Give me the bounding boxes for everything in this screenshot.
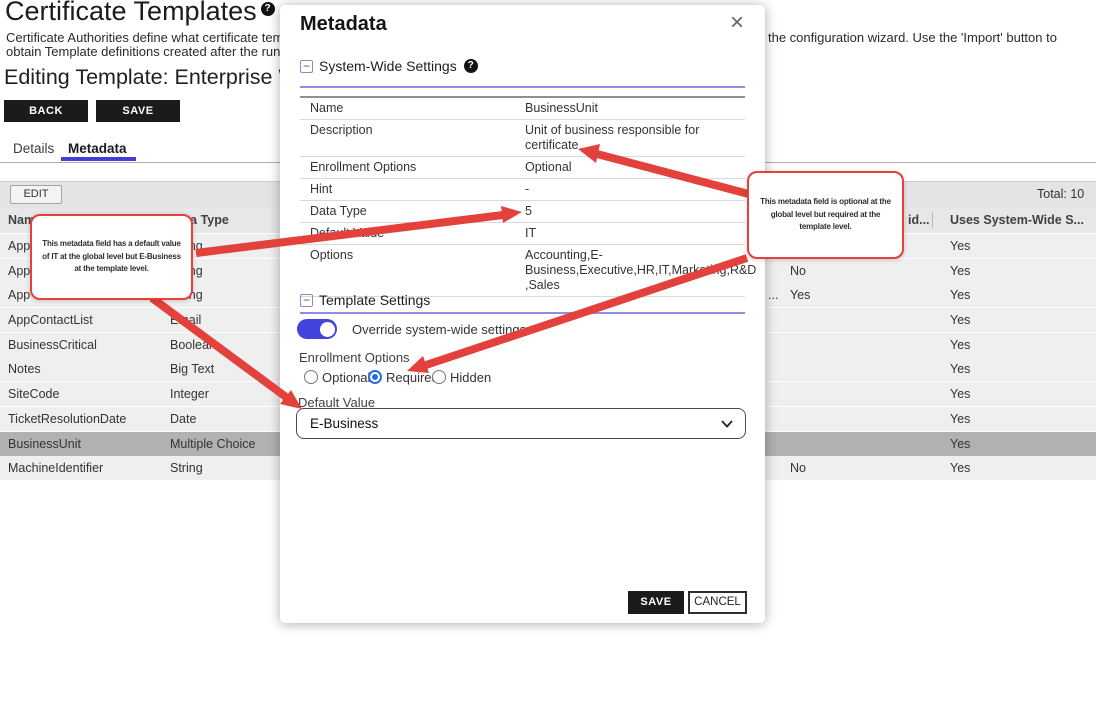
help-icon[interactable]: ? (261, 2, 275, 16)
column-header-uses-system-wide[interactable]: Uses System-Wide S... (950, 213, 1084, 227)
selected-value: E-Business (310, 409, 378, 438)
radio-hidden[interactable] (432, 370, 446, 384)
system-field-row: Enrollment OptionsOptional (300, 157, 745, 179)
table-cell: Date (170, 407, 196, 431)
default-value-select[interactable]: E-Business (296, 408, 746, 439)
total-count: Total: 10 (1037, 187, 1084, 201)
radio-label: Hidden (450, 370, 491, 385)
table-cell: No (790, 259, 806, 283)
field-label: Default Value (310, 226, 525, 241)
table-cell: BusinessCritical (8, 333, 97, 357)
radio-label: Required (386, 370, 439, 385)
table-cell: Yes (950, 432, 970, 456)
page-description-line1-right: the configuration wizard. Use the 'Impor… (768, 30, 1057, 45)
override-toggle-label: Override system-wide settings (352, 322, 526, 337)
field-value: - (525, 182, 737, 197)
help-icon[interactable]: ? (464, 59, 478, 73)
system-wide-settings-section[interactable]: − System-Wide Settings ? (300, 58, 478, 74)
table-cell: AppContactList (8, 308, 93, 332)
field-value: BusinessUnit (525, 101, 737, 116)
page-description-line1: Certificate Authorities define what cert… (6, 30, 294, 45)
table-cell: TicketResolutionDate (8, 407, 126, 431)
radio-required[interactable] (368, 370, 382, 384)
field-value: Accounting,E- Business,Executive,HR,IT,M… (525, 248, 737, 293)
radio-label: Optional (322, 370, 370, 385)
field-label: Hint (310, 182, 525, 197)
system-wide-fields: NameBusinessUnitDescriptionUnit of busin… (300, 98, 745, 297)
toggle-knob (320, 322, 335, 337)
edit-button[interactable]: EDIT (10, 185, 62, 204)
system-field-row: OptionsAccounting,E- Business,Executive,… (300, 245, 745, 297)
modal-title: Metadata (300, 13, 387, 36)
system-field-row: Data Type5 (300, 201, 745, 223)
override-toggle[interactable] (297, 319, 337, 339)
modal-cancel-button[interactable]: CANCEL (688, 591, 747, 614)
enrollment-options-label: Enrollment Options (299, 350, 410, 365)
field-value: IT (525, 226, 737, 241)
table-cell: Email (170, 308, 201, 332)
metadata-modal: Metadata × − System-Wide Settings ? Name… (280, 5, 765, 623)
table-cell: No (790, 456, 806, 480)
chevron-down-icon (721, 420, 733, 428)
table-cell: App (8, 259, 30, 283)
radio-optional[interactable] (304, 370, 318, 384)
section-label: System-Wide Settings (319, 58, 457, 74)
system-field-row: Default ValueIT (300, 223, 745, 245)
table-cell: Notes (8, 357, 41, 381)
table-cell: Yes (950, 234, 970, 258)
save-button[interactable]: SAVE (96, 100, 180, 122)
field-label: Enrollment Options (310, 160, 525, 175)
field-value: Optional (525, 160, 737, 175)
field-label: Name (310, 101, 525, 116)
field-value: Unit of business responsible for certifi… (525, 123, 737, 153)
back-button[interactable]: BACK (4, 100, 88, 122)
close-icon[interactable]: × (730, 9, 744, 37)
table-cell: Big Text (170, 357, 214, 381)
collapse-icon[interactable]: − (300, 294, 313, 307)
section-label: Template Settings (319, 292, 430, 308)
field-label: Options (310, 248, 525, 293)
active-tab-underline (61, 157, 136, 161)
table-cell: App (8, 234, 30, 258)
tab-details[interactable]: Details (13, 141, 54, 156)
table-cell: Boolean (170, 333, 216, 357)
section-rule (300, 86, 745, 88)
field-value: 5 (525, 204, 737, 219)
table-cell: MachineIdentifier (8, 456, 103, 480)
collapse-icon[interactable]: − (300, 60, 313, 73)
column-separator (932, 212, 933, 228)
field-label: Data Type (310, 204, 525, 219)
callout-enrollment: This metadata field is optional at the g… (747, 171, 904, 259)
editing-template-title: Editing Template: Enterprise W (4, 65, 299, 90)
table-cell: Yes (950, 382, 970, 406)
page-title: Certificate Templates? (5, 0, 275, 27)
modal-save-button[interactable]: SAVE (628, 591, 684, 614)
table-cell: Yes (950, 357, 970, 381)
table-cell: SiteCode (8, 382, 59, 406)
table-cell: Integer (170, 382, 209, 406)
column-header-partial[interactable]: id... (908, 213, 930, 227)
template-settings-section[interactable]: − Template Settings (300, 292, 430, 308)
table-cell: Multiple Choice (170, 432, 255, 456)
table-cell: App (8, 283, 30, 307)
table-cell: Yes (950, 259, 970, 283)
callout-default-value: This metadata field has a default value … (30, 214, 193, 300)
table-cell: Yes (950, 283, 970, 307)
page-description-line2: obtain Template definitions created afte… (6, 44, 298, 59)
system-field-row: DescriptionUnit of business responsible … (300, 120, 745, 157)
table-cell: Yes (950, 407, 970, 431)
table-cell: Yes (950, 308, 970, 332)
tab-metadata[interactable]: Metadata (68, 141, 127, 156)
table-cell: Yes (950, 456, 970, 480)
system-field-row: NameBusinessUnit (300, 98, 745, 120)
table-cell: Yes (950, 333, 970, 357)
enrollment-radio-group: Optional Required Hidden (280, 370, 765, 386)
table-cell: String (170, 456, 203, 480)
table-cell: BusinessUnit (8, 432, 81, 456)
field-label: Description (310, 123, 525, 153)
system-field-row: Hint- (300, 179, 745, 201)
table-cell: ... (768, 283, 778, 307)
section-rule (300, 312, 745, 314)
table-cell: Yes (790, 283, 810, 307)
